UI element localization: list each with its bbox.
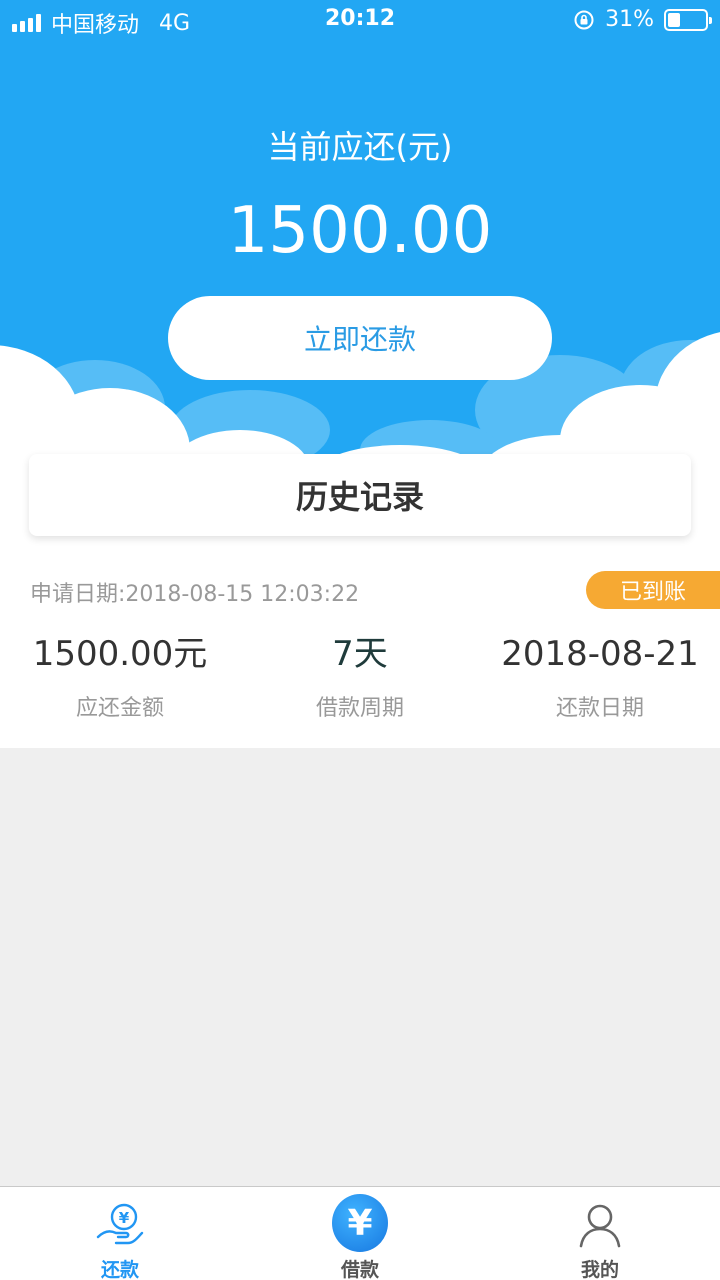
- tab-mine-label: 我的: [580, 1259, 619, 1280]
- due-label: 当前应还(元): [267, 128, 453, 166]
- user-icon: [572, 1197, 628, 1253]
- hand-yuan-icon: ¥: [92, 1197, 148, 1253]
- tab-borrow-label: 借款: [340, 1259, 379, 1280]
- bottom-tab-bar: ¥ 还款 ¥ 借款 我的: [0, 1186, 720, 1280]
- battery-icon: [664, 8, 712, 31]
- status-badge: 已到账: [586, 571, 720, 609]
- history-title: 历史记录: [295, 478, 424, 516]
- svg-text:¥: ¥: [119, 1209, 130, 1227]
- tab-mine[interactable]: 我的: [480, 1187, 720, 1280]
- rotation-lock-icon: [574, 10, 594, 29]
- record-apply-date: 申请日期:2018-08-15 12:03:22: [30, 582, 360, 607]
- tab-borrow[interactable]: ¥ 借款: [240, 1187, 480, 1280]
- battery-percent: 31%: [605, 7, 654, 32]
- amount-value: 1500.00元: [32, 634, 208, 674]
- period-label: 借款周期: [315, 696, 404, 721]
- repay-now-button[interactable]: 立即还款: [168, 296, 552, 380]
- repay-date-value: 2018-08-21: [501, 634, 699, 674]
- due-amount: 1500.00: [227, 194, 493, 268]
- hero-banner: 中国移动 4G 20:12 31% 当前应还(元) 1500.00 立即还款: [0, 0, 720, 494]
- history-header-card: 历史记录: [29, 454, 691, 536]
- stat-period: 7天 借款周期: [240, 632, 480, 722]
- yuan-circle-icon: ¥: [332, 1194, 388, 1253]
- status-bar: 中国移动 4G 20:12 31%: [0, 0, 720, 40]
- stat-amount: 1500.00元 应还金额: [0, 632, 240, 722]
- amount-label: 应还金额: [75, 696, 164, 721]
- period-value: 7天: [332, 634, 388, 674]
- tab-repay[interactable]: ¥ 还款: [0, 1187, 240, 1280]
- repay-date-label: 还款日期: [555, 696, 644, 721]
- stat-repay-date: 2018-08-21 还款日期: [480, 632, 720, 722]
- tab-repay-label: 还款: [100, 1259, 139, 1280]
